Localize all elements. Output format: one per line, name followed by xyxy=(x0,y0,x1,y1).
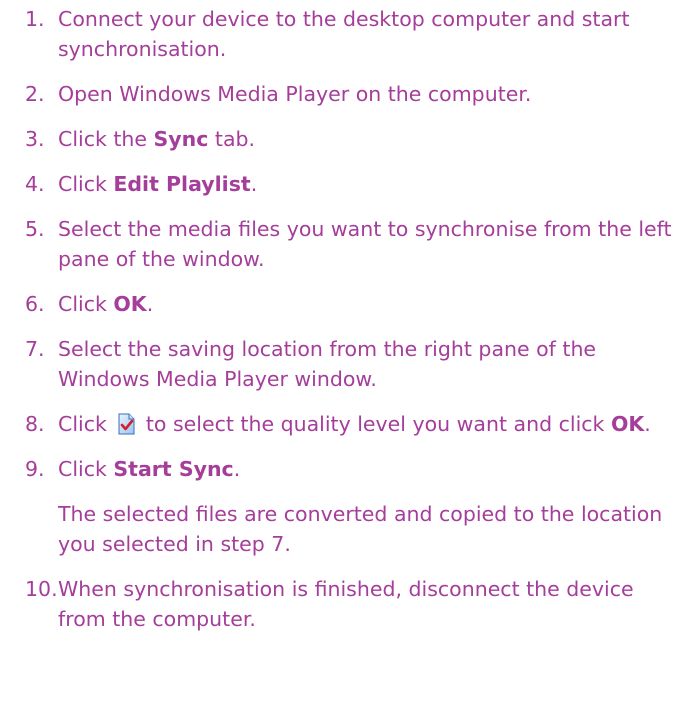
ui-term: Edit Playlist xyxy=(113,172,251,196)
step-3: 3. Click the Sync tab. xyxy=(25,124,685,154)
step-number: 5. xyxy=(25,217,45,241)
ui-term: Start Sync xyxy=(113,457,234,481)
step-text: Click Start Sync. xyxy=(58,457,241,481)
step-text: Click OK. xyxy=(58,292,154,316)
step-number: 9. xyxy=(25,457,45,481)
step-4: 4. Click Edit Playlist. xyxy=(25,169,685,199)
step-2: 2. Open Windows Media Player on the comp… xyxy=(25,79,685,109)
step-text: Click the Sync tab. xyxy=(58,127,256,151)
ui-term: OK xyxy=(113,292,147,316)
step-number: 7. xyxy=(25,337,45,361)
step-number: 1. xyxy=(25,7,45,31)
step-text: Click Edit Playlist. xyxy=(58,172,258,196)
step-7: 7. Select the saving location from the r… xyxy=(25,334,685,394)
step-text: Select the media files you want to synch… xyxy=(58,217,672,271)
step-8: 8. Click to select the quality level you… xyxy=(25,409,685,439)
step-number: 2. xyxy=(25,82,45,106)
step-10: 10. When synchronisation is finished, di… xyxy=(25,574,685,634)
step-text: Select the saving location from the righ… xyxy=(58,337,597,391)
step-9: 9. Click Start Sync. xyxy=(25,454,685,484)
step-1: 1. Connect your device to the desktop co… xyxy=(25,4,685,64)
step-number: 3. xyxy=(25,127,45,151)
step-number: 4. xyxy=(25,172,45,196)
instruction-list: 1. Connect your device to the desktop co… xyxy=(25,4,685,634)
step-text: Click to select the quality level you wa… xyxy=(58,412,651,436)
quality-settings-icon[interactable] xyxy=(115,413,137,435)
step-text: Open Windows Media Player on the compute… xyxy=(58,82,532,106)
step-6: 6. Click OK. xyxy=(25,289,685,319)
step-9-note: The selected files are converted and cop… xyxy=(58,502,663,556)
step-text: When synchronisation is finished, discon… xyxy=(58,577,634,631)
ui-term: Sync xyxy=(153,127,209,151)
step-number: 6. xyxy=(25,292,45,316)
step-number: 8. xyxy=(25,412,45,436)
step-5: 5. Select the media files you want to sy… xyxy=(25,214,685,274)
step-text: Connect your device to the desktop compu… xyxy=(58,7,630,61)
step-number: 10. xyxy=(25,577,58,601)
ui-term: OK xyxy=(610,412,645,436)
